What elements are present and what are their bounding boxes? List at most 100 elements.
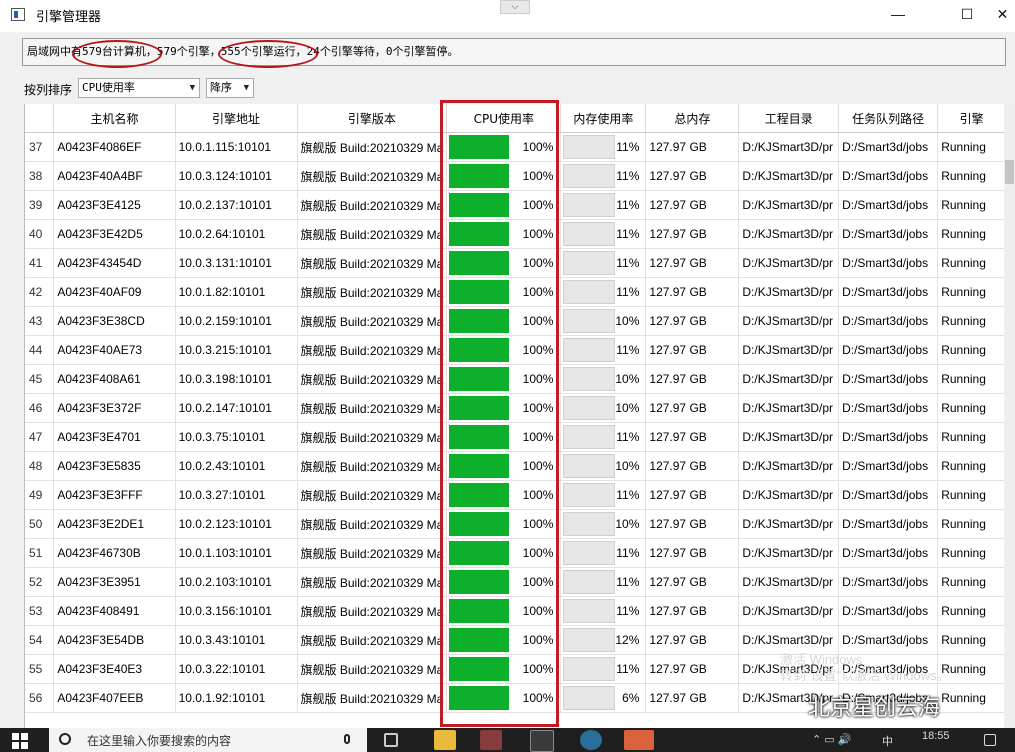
memory-usage-bar (563, 483, 616, 507)
col-header-queue-path[interactable]: 任务队列路径 (838, 104, 939, 133)
engine-version: 旗舰版 Build:20210329 Ma (297, 393, 448, 423)
engine-version: 旗舰版 Build:20210329 Ma (297, 219, 448, 249)
memory-usage-value: 10% (615, 314, 640, 328)
vertical-scrollbar[interactable] (1004, 104, 1015, 730)
sort-order-select[interactable]: 降序 ▼ (206, 78, 254, 98)
file-explorer-icon[interactable] (434, 730, 456, 750)
chevron-down-icon: ▼ (189, 83, 195, 93)
engine-address: 10.0.3.22:10101 (175, 654, 298, 684)
table-row[interactable]: 37 A0423F4086EF 10.0.1.115:10101 旗舰版 Build:… (25, 132, 1006, 162)
collapse-toggle-button[interactable]: ⌵ (500, 0, 530, 14)
host-name: A0423F408491 (53, 596, 176, 626)
col-header-version[interactable]: 引擎版本 (297, 104, 448, 133)
status-waiting-paused: ，24个引擎等待，0个引擎暂停。 (295, 45, 459, 58)
notification-icon[interactable] (984, 734, 996, 746)
engine-version-text: 旗舰版 Build:20210329 (300, 140, 424, 155)
cpu-usage-fill (449, 599, 510, 623)
settings-icon[interactable] (580, 730, 602, 750)
table-row[interactable]: 54 A0423F3E54DB 10.0.3.43:10101 旗舰版 Build:2… (25, 625, 1006, 655)
app-icon-taskbar[interactable] (480, 730, 502, 750)
engine-address: 10.0.3.75:10101 (175, 422, 298, 452)
maximize-button[interactable]: ☐ (944, 0, 990, 30)
close-button[interactable]: ✕ (990, 0, 1015, 30)
table-row[interactable]: 47 A0423F3E4701 10.0.3.75:10101 旗舰版 Build:2… (25, 422, 1006, 452)
table-row[interactable]: 48 A0423F3E5835 10.0.2.43:10101 旗舰版 Build:2… (25, 451, 1006, 481)
table-row[interactable]: 53 A0423F408491 10.0.3.156:10101 旗舰版 Build:… (25, 596, 1006, 626)
row-index: 47 (25, 422, 55, 452)
col-header-address[interactable]: 引擎地址 (175, 104, 298, 133)
cpu-usage-fill (449, 454, 510, 478)
table-row[interactable]: 40 A0423F3E42D5 10.0.2.64:10101 旗舰版 Build:2… (25, 219, 1006, 249)
microphone-icon[interactable] (344, 734, 350, 744)
taskbar-search[interactable]: 在这里输入你要搜索的内容 (49, 728, 367, 752)
col-header-index[interactable] (25, 104, 55, 133)
tray-icons[interactable]: ⌃ ▭ 🔊 (812, 733, 851, 746)
cpu-usage-fill (449, 280, 510, 304)
col-header-host[interactable]: 主机名称 (53, 104, 176, 133)
memory-usage-cell: 11% (560, 422, 647, 452)
table-row[interactable]: 50 A0423F3E2DE1 10.0.2.123:10101 旗舰版 Build:… (25, 509, 1006, 539)
host-name: A0423F40AE73 (53, 335, 176, 365)
table-row[interactable]: 42 A0423F40AF09 10.0.1.82:10101 旗舰版 Build:2… (25, 277, 1006, 307)
table-row[interactable]: 49 A0423F3E3FFF 10.0.3.27:10101 旗舰版 Build:2… (25, 480, 1006, 510)
task-view-icon[interactable] (384, 733, 398, 747)
host-name: A0423F40A4BF (53, 161, 176, 191)
table-row[interactable]: 51 A0423F46730B 10.0.1.103:10101 旗舰版 Build:… (25, 538, 1006, 568)
engine-manager-taskbar-icon[interactable] (624, 730, 654, 750)
engine-version-text: 旗舰版 Build:20210329 (300, 459, 424, 474)
memory-usage-value: 11% (616, 169, 640, 183)
terminal-icon[interactable] (530, 730, 554, 752)
table-row[interactable]: 52 A0423F3E3951 10.0.2.103:10101 旗舰版 Build:… (25, 567, 1006, 597)
table-row[interactable]: 43 A0423F3E38CD 10.0.2.159:10101 旗舰版 Build:… (25, 306, 1006, 336)
cpu-usage-bar (449, 367, 510, 391)
memory-usage-cell: 11% (560, 480, 647, 510)
table-row[interactable]: 39 A0423F3E4125 10.0.2.137:10101 旗舰版 Build:… (25, 190, 1006, 220)
memory-usage-cell: 10% (560, 509, 647, 539)
engine-state: Running (937, 219, 1006, 249)
engine-state: Running (937, 567, 1006, 597)
activation-watermark: 激活 Windows 转到"设置"以激活 Windows。 (780, 652, 950, 684)
table-row[interactable]: 38 A0423F40A4BF 10.0.3.124:10101 旗舰版 Build:… (25, 161, 1006, 191)
table-row[interactable]: 45 A0423F408A61 10.0.3.198:10101 旗舰版 Build:… (25, 364, 1006, 394)
table-row[interactable]: 44 A0423F40AE73 10.0.3.215:10101 旗舰版 Build:… (25, 335, 1006, 365)
engine-version: 旗舰版 Build:20210329 Ma (297, 683, 448, 713)
memory-usage-cell: 10% (560, 364, 647, 394)
table-row[interactable]: 46 A0423F3E372F 10.0.2.147:10101 旗舰版 Build:… (25, 393, 1006, 423)
engine-version: 旗舰版 Build:20210329 Ma (297, 538, 448, 568)
project-directory: D:/KJSmart3D/pr (738, 567, 840, 597)
lan-status-summary: 局域网中有579台计算机，579个引擎，555个引擎运行，24个引擎等待，0个引… (22, 38, 1006, 66)
host-name: A0423F3E54DB (53, 625, 176, 655)
cpu-usage-value: 100% (522, 140, 554, 154)
memory-usage-bar (563, 686, 616, 710)
clock[interactable]: 18:55 (922, 730, 950, 742)
engine-version-text: 旗舰版 Build:20210329 (300, 430, 424, 445)
memory-usage-cell: 10% (560, 393, 647, 423)
col-header-project-dir[interactable]: 工程目录 (738, 104, 840, 133)
minimize-button[interactable]: — (875, 0, 921, 30)
col-header-total-memory[interactable]: 总内存 (645, 104, 740, 133)
table-row[interactable]: 41 A0423F43454D 10.0.3.131:10101 旗舰版 Build:… (25, 248, 1006, 278)
engine-version: 旗舰版 Build:20210329 Ma (297, 335, 448, 365)
memory-usage-value: 10% (615, 459, 640, 473)
col-header-cpu[interactable]: CPU使用率 (446, 104, 562, 133)
windows-start-icon[interactable] (12, 733, 28, 749)
row-index: 50 (25, 509, 55, 539)
engine-address: 10.0.2.64:10101 (175, 219, 298, 249)
cpu-usage-fill (449, 193, 510, 217)
engine-version-text: 旗舰版 Build:20210329 (300, 285, 424, 300)
engine-version-extra: Ma (426, 604, 444, 619)
task-queue-path: D:/Smart3d/jobs (838, 132, 939, 162)
cpu-usage-fill (449, 512, 510, 536)
sort-column-select[interactable]: CPU使用率 ▼ (78, 78, 200, 98)
input-language-indicator[interactable]: 中 (882, 733, 893, 749)
task-queue-path: D:/Smart3d/jobs (838, 364, 939, 394)
host-name: A0423F3E2DE1 (53, 509, 176, 539)
memory-usage-cell: 11% (560, 538, 647, 568)
engine-state: Running (937, 422, 1006, 452)
memory-usage-bar (563, 164, 616, 188)
col-header-engine-state[interactable]: 引擎 (937, 104, 1006, 133)
cpu-usage-fill (449, 657, 510, 681)
col-header-memory[interactable]: 内存使用率 (560, 104, 647, 133)
memory-usage-cell: 11% (560, 161, 647, 191)
scrollbar-thumb[interactable] (1005, 160, 1014, 184)
